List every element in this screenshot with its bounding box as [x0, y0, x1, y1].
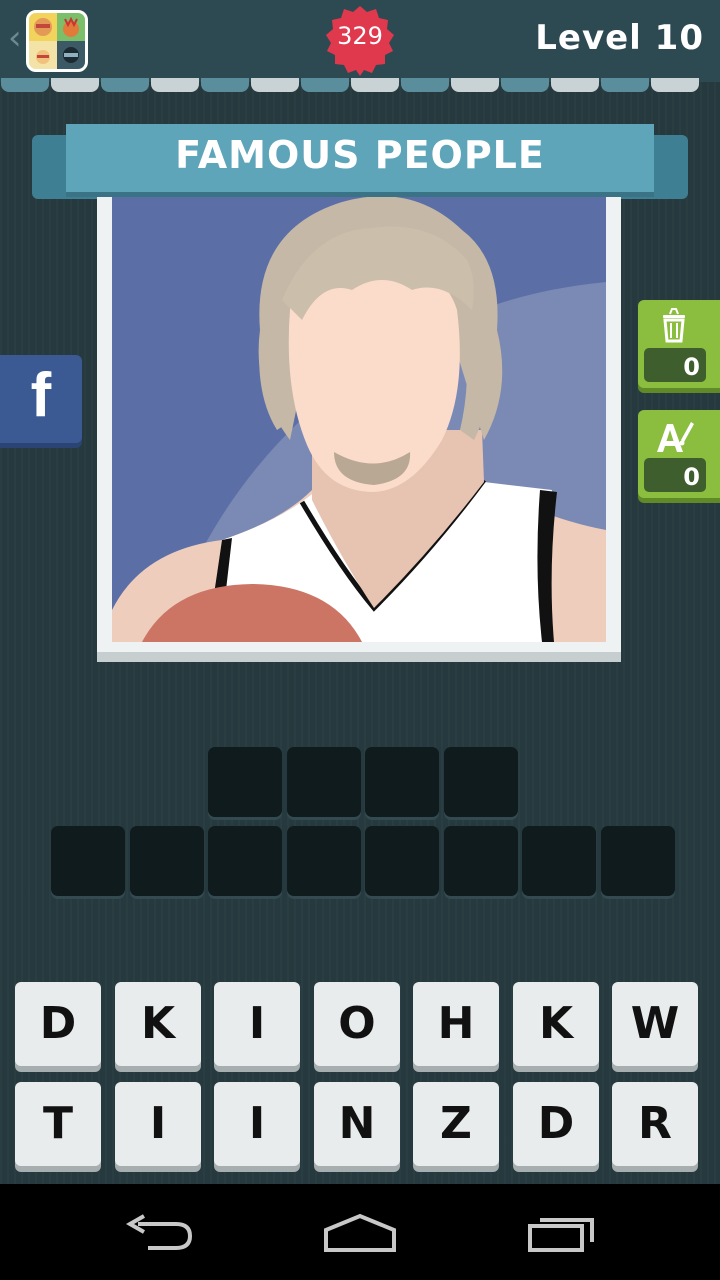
reveal-letter-count: 0	[644, 458, 706, 492]
letter-key[interactable]: I	[115, 1082, 201, 1166]
answer-slot[interactable]	[287, 826, 361, 896]
answer-slot[interactable]	[444, 826, 518, 896]
letter-key[interactable]: T	[15, 1082, 101, 1166]
letter-key[interactable]: I	[214, 982, 300, 1066]
letter-key[interactable]: N	[314, 1082, 400, 1166]
level-label: Level 10	[535, 18, 704, 58]
answer-slot[interactable]	[365, 826, 439, 896]
answer-slot[interactable]	[51, 826, 125, 896]
header-scallop	[0, 78, 720, 94]
coin-count: 329	[337, 22, 383, 50]
answer-slot[interactable]	[287, 747, 361, 817]
letter-key[interactable]: K	[513, 982, 599, 1066]
letter-key[interactable]: H	[413, 982, 499, 1066]
letter-a-brush-icon	[657, 422, 694, 452]
answer-slot[interactable]	[444, 747, 518, 817]
home-icon[interactable]	[322, 1210, 398, 1254]
facebook-icon[interactable]: f	[0, 360, 82, 431]
letter-key[interactable]: K	[115, 982, 201, 1066]
remove-letters-count: 0	[644, 348, 706, 382]
letter-key[interactable]: D	[15, 982, 101, 1066]
chevron-left-icon[interactable]: ‹	[8, 20, 22, 56]
letter-key[interactable]: I	[214, 1082, 300, 1166]
answer-slot[interactable]	[208, 747, 282, 817]
back-arrow-icon[interactable]	[124, 1210, 196, 1254]
answer-slot[interactable]	[522, 826, 596, 896]
letter-key[interactable]: O	[314, 982, 400, 1066]
recent-apps-icon[interactable]	[526, 1210, 598, 1254]
answer-slot[interactable]	[365, 747, 439, 817]
answer-slot[interactable]	[130, 826, 204, 896]
letter-key[interactable]: Z	[413, 1082, 499, 1166]
trash-icon	[663, 308, 685, 343]
letter-key[interactable]: R	[612, 1082, 698, 1166]
category-banner: FAMOUS PEOPLE	[66, 124, 654, 192]
letter-key[interactable]: W	[612, 982, 698, 1066]
answer-slot[interactable]	[601, 826, 675, 896]
app-logo[interactable]	[26, 10, 88, 72]
letter-key[interactable]: D	[513, 1082, 599, 1166]
answer-slot[interactable]	[208, 826, 282, 896]
portrait-image	[112, 190, 606, 642]
